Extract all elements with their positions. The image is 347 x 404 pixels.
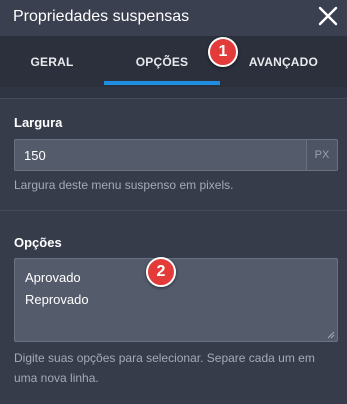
tab-geral[interactable]: GERAL <box>0 36 104 87</box>
step-marker-1: 1 <box>208 37 238 67</box>
options-help-text: Digite suas opções para selecionar. Sepa… <box>14 351 315 385</box>
width-help-text: Largura deste menu suspenso em pixels. <box>14 178 234 192</box>
tab-opcoes[interactable]: OPÇÕES <box>104 36 220 87</box>
tab-avancado[interactable]: AVANÇADO <box>220 36 347 87</box>
close-icon[interactable] <box>317 4 339 28</box>
options-textarea[interactable]: Aprovado Reprovado <box>14 258 338 342</box>
active-tab-indicator <box>104 81 220 85</box>
width-label: Largura <box>14 115 63 130</box>
resize-grip-icon[interactable] <box>327 331 335 339</box>
panel-title: Propriedades suspensas <box>13 8 190 25</box>
width-input[interactable] <box>15 140 306 170</box>
options-label: Opções <box>14 235 62 250</box>
width-input-group: PX <box>14 139 338 171</box>
unit-suffix: PX <box>306 140 337 170</box>
option-line: Aprovado <box>25 270 81 285</box>
option-line: Reprovado <box>25 292 89 307</box>
tab-bar: GERAL OPÇÕES AVANÇADO <box>0 36 347 87</box>
step-marker-2: 2 <box>146 257 176 287</box>
panel-header: Propriedades suspensas <box>0 0 347 36</box>
